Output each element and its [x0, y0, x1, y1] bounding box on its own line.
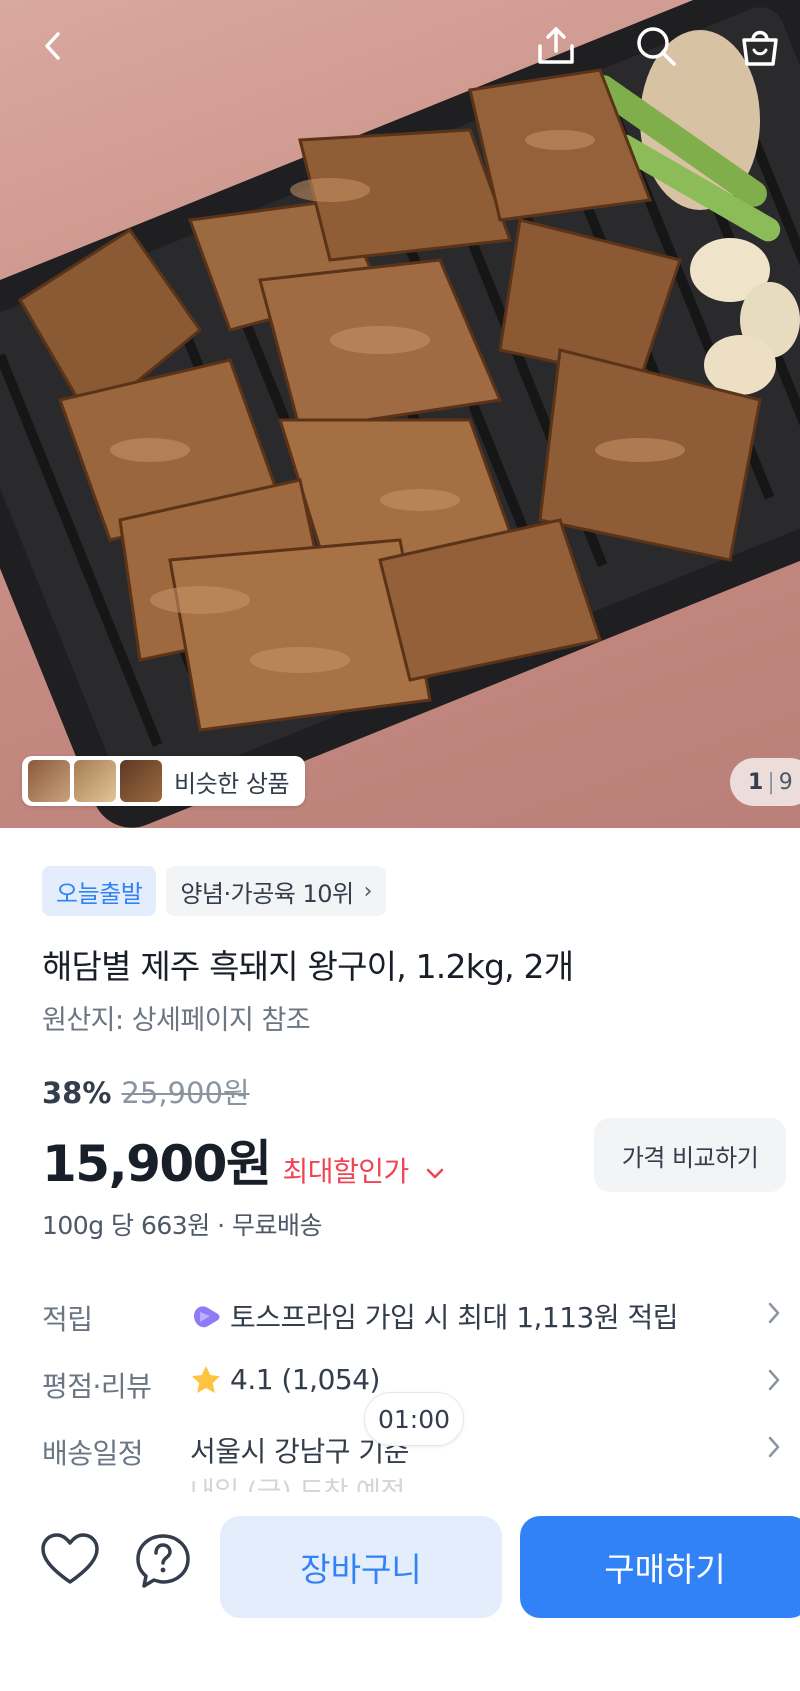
original-price: 25,900원: [121, 1076, 250, 1110]
top-navigation-bar: [0, 0, 800, 100]
heart-icon: [41, 1533, 99, 1584]
chevron-right-icon: [768, 1369, 780, 1391]
add-to-cart-button[interactable]: 장바구니: [220, 1516, 502, 1618]
similar-thumbnail: [28, 760, 70, 802]
timer-badge: 01:00: [364, 1392, 464, 1446]
product-title: 해담별 제주 흑돼지 왕구이, 1.2kg, 2개: [42, 947, 574, 986]
sale-price: 15,900원: [42, 1135, 272, 1193]
product-photo: [0, 0, 800, 828]
share-icon: [538, 27, 574, 64]
max-discount-label: 최대할인가: [282, 1155, 409, 1188]
reward-row[interactable]: 적립 토스프라임 가입 시 최대 1,113원 적립: [0, 1288, 800, 1348]
wishlist-button[interactable]: [40, 1532, 100, 1588]
search-button[interactable]: [632, 22, 680, 70]
max-discount-toggle[interactable]: 최대할인가: [282, 1150, 445, 1190]
product-origin: 원산지: 상세페이지 참조: [42, 1005, 311, 1036]
rating-text: 4.1 (1,054): [230, 1363, 380, 1396]
buy-now-button[interactable]: 구매하기: [520, 1516, 800, 1618]
today-shipping-badge: 오늘출발: [42, 866, 157, 916]
star-icon: [192, 1365, 220, 1393]
similar-products-label: 비슷한 상품: [174, 769, 290, 798]
discount-row: 38% 25,900원: [42, 1070, 250, 1112]
reward-value: 토스프라임 가입 시 최대 1,113원 적립: [190, 1296, 679, 1336]
price-row: 15,900원 최대할인가: [42, 1124, 445, 1196]
image-counter-total: 9: [778, 769, 793, 795]
toss-prime-icon: [194, 1306, 220, 1328]
similar-thumbnail: [74, 760, 116, 802]
rating-review-label: 평점·리뷰: [42, 1370, 152, 1403]
back-button[interactable]: [30, 22, 78, 70]
discount-rate: 38%: [42, 1076, 112, 1110]
image-counter-separator: |: [767, 769, 775, 795]
product-image-carousel[interactable]: 비슷한 상품 1 | 9: [0, 0, 800, 828]
rating-review-value: 4.1 (1,054): [190, 1363, 380, 1396]
similar-thumbnail: [120, 760, 162, 802]
reward-text: 토스프라임 가입 시 최대 1,113원 적립: [230, 1301, 679, 1334]
reward-label: 적립: [42, 1303, 93, 1336]
image-counter-current: 1: [748, 769, 764, 795]
shopping-bag-icon: [742, 30, 778, 66]
chevron-left-icon: [45, 32, 60, 60]
inquiry-button[interactable]: [134, 1532, 192, 1590]
chevron-right-icon: [768, 1302, 780, 1324]
category-rank-label: 양념·가공육 10위: [180, 879, 354, 908]
share-button[interactable]: [532, 22, 580, 70]
similar-products-button[interactable]: 비슷한 상품: [22, 756, 306, 806]
cart-button[interactable]: [736, 22, 784, 70]
price-compare-button[interactable]: 가격 비교하기: [594, 1118, 786, 1192]
unit-price-shipping: 100g 당 663원 · 무료배송: [42, 1211, 323, 1240]
category-rank-badge[interactable]: 양념·가공육 10위 ›: [166, 866, 386, 916]
delivery-schedule-label: 배송일정: [42, 1437, 144, 1470]
badge-row: 오늘출발 양념·가공육 10위 ›: [42, 866, 386, 916]
question-icon: [136, 1534, 190, 1588]
chevron-right-icon: ›: [363, 878, 373, 904]
bottom-action-bar: 장바구니 구매하기: [0, 1492, 800, 1691]
search-icon: [637, 27, 676, 66]
chevron-down-icon: [426, 1168, 444, 1179]
image-counter: 1 | 9: [730, 758, 800, 806]
chevron-right-icon: [768, 1436, 780, 1458]
